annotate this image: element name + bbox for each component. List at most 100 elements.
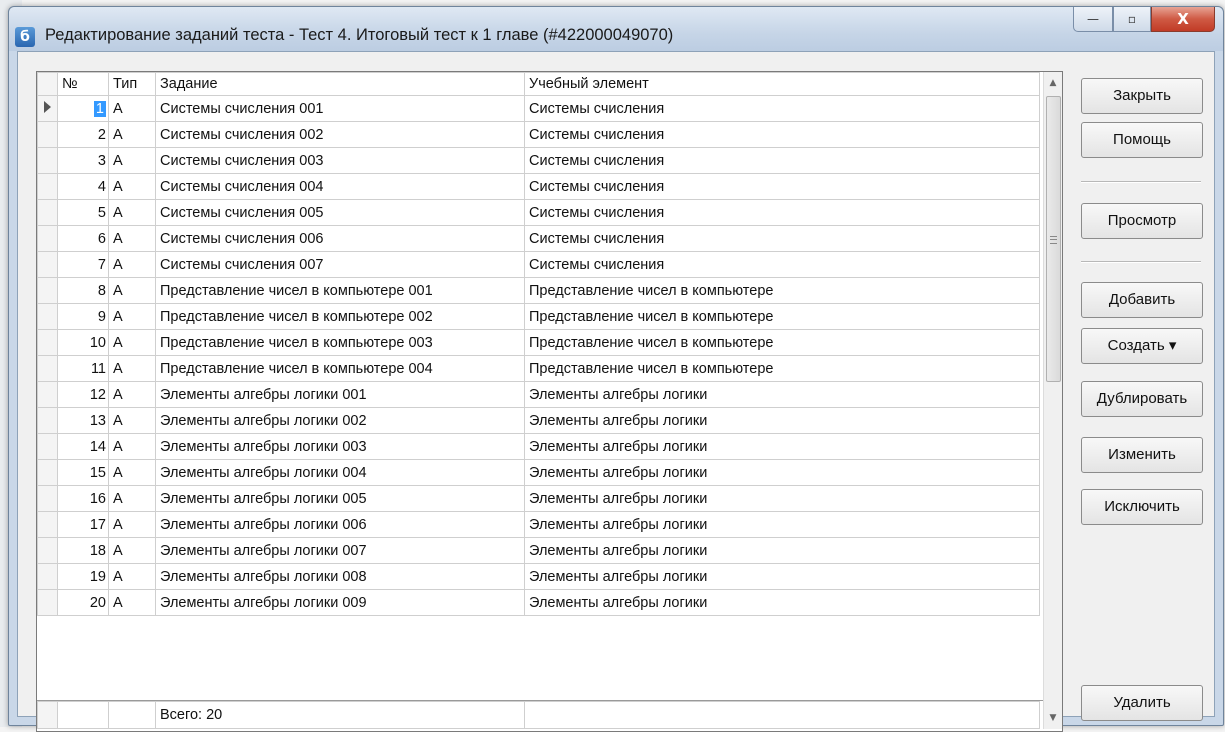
table-row[interactable]: 18 А Элементы алгебры логики 007 Элементы а… (37, 537, 1040, 564)
close-button[interactable]: Закрыть (1081, 78, 1203, 114)
exclude-button[interactable]: Исключить (1081, 489, 1203, 525)
cell-element[interactable]: Представление чисел в компьютере (524, 277, 1040, 304)
delete-button[interactable]: Удалить (1081, 685, 1203, 721)
row-indicator[interactable] (37, 199, 58, 226)
cell-type[interactable]: А (108, 329, 156, 356)
cell-type[interactable]: А (108, 95, 156, 122)
cell-num[interactable]: 17 (57, 511, 109, 538)
cell-type[interactable]: А (108, 511, 156, 538)
cell-num[interactable]: 14 (57, 433, 109, 460)
cell-task[interactable]: Элементы алгебры логики 002 (155, 407, 525, 434)
cell-num[interactable]: 15 (57, 459, 109, 486)
cell-task[interactable]: Системы счисления 004 (155, 173, 525, 200)
cell-task[interactable]: Системы счисления 006 (155, 225, 525, 252)
row-indicator[interactable] (37, 225, 58, 252)
cell-type[interactable]: А (108, 147, 156, 174)
row-indicator[interactable] (37, 485, 58, 512)
cell-element[interactable]: Элементы алгебры логики (524, 511, 1040, 538)
row-indicator[interactable] (37, 95, 58, 122)
cell-task[interactable]: Элементы алгебры логики 003 (155, 433, 525, 460)
minimize-button[interactable]: — (1073, 7, 1113, 32)
cell-element[interactable]: Представление чисел в компьютере (524, 355, 1040, 382)
row-indicator[interactable] (37, 173, 58, 200)
cell-task[interactable]: Системы счисления 007 (155, 251, 525, 278)
cell-type[interactable]: А (108, 173, 156, 200)
table-row[interactable]: 1 А Системы счисления 001 Системы счисления (37, 95, 1040, 122)
table-row[interactable]: 3 А Системы счисления 003 Системы счисления (37, 147, 1040, 174)
cell-type[interactable]: А (108, 563, 156, 590)
table-row[interactable]: 9 А Представление чисел в компьютере 002 Пр… (37, 303, 1040, 330)
cell-element[interactable]: Элементы алгебры логики (524, 407, 1040, 434)
cell-element[interactable]: Элементы алгебры логики (524, 589, 1040, 616)
cell-element[interactable]: Элементы алгебры логики (524, 563, 1040, 590)
column-header-element[interactable]: Учебный элемент (524, 72, 1040, 96)
cell-task[interactable]: Элементы алгебры логики 008 (155, 563, 525, 590)
cell-element[interactable]: Системы счисления (524, 147, 1040, 174)
cell-type[interactable]: А (108, 459, 156, 486)
cell-element[interactable]: Системы счисления (524, 251, 1040, 278)
cell-num[interactable]: 8 (57, 277, 109, 304)
cell-num[interactable]: 16 (57, 485, 109, 512)
cell-element[interactable]: Системы счисления (524, 173, 1040, 200)
tasks-grid[interactable]: № Тип Задание Учебный элемент 1 А Системы … (36, 71, 1063, 732)
cell-num[interactable]: 6 (57, 225, 109, 252)
cell-task[interactable]: Элементы алгебры логики 009 (155, 589, 525, 616)
cell-num[interactable]: 13 (57, 407, 109, 434)
scroll-up-button[interactable]: ▲ (1044, 74, 1062, 92)
duplicate-button[interactable]: Дублировать (1081, 381, 1203, 417)
row-indicator[interactable] (37, 407, 58, 434)
table-row[interactable]: 13 А Элементы алгебры логики 002 Элементы а… (37, 407, 1040, 434)
cell-element[interactable]: Системы счисления (524, 95, 1040, 122)
cell-num[interactable]: 3 (57, 147, 109, 174)
row-indicator[interactable] (37, 433, 58, 460)
cell-element[interactable]: Системы счисления (524, 199, 1040, 226)
add-button[interactable]: Добавить (1081, 282, 1203, 318)
cell-num[interactable]: 20 (57, 589, 109, 616)
row-indicator[interactable] (37, 459, 58, 486)
cell-type[interactable]: А (108, 355, 156, 382)
cell-num[interactable]: 11 (57, 355, 109, 382)
cell-task[interactable]: Представление чисел в компьютере 004 (155, 355, 525, 382)
cell-type[interactable]: А (108, 199, 156, 226)
cell-element[interactable]: Элементы алгебры логики (524, 485, 1040, 512)
cell-type[interactable]: А (108, 381, 156, 408)
preview-button[interactable]: Просмотр (1081, 203, 1203, 239)
help-button[interactable]: Помощь (1081, 122, 1203, 158)
row-indicator[interactable] (37, 589, 58, 616)
cell-type[interactable]: А (108, 225, 156, 252)
table-row[interactable]: 2 А Системы счисления 002 Системы счисления (37, 121, 1040, 148)
cell-task[interactable]: Элементы алгебры логики 006 (155, 511, 525, 538)
cell-type[interactable]: А (108, 303, 156, 330)
table-row[interactable]: 15 А Элементы алгебры логики 004 Элементы а… (37, 459, 1040, 486)
row-indicator[interactable] (37, 381, 58, 408)
cell-num[interactable]: 18 (57, 537, 109, 564)
cell-num[interactable]: 2 (57, 121, 109, 148)
table-row[interactable]: 16 А Элементы алгебры логики 005 Элементы а… (37, 485, 1040, 512)
cell-task[interactable]: Элементы алгебры логики 004 (155, 459, 525, 486)
cell-num[interactable]: 1 (57, 95, 109, 122)
column-header-task[interactable]: Задание (155, 72, 525, 96)
maximize-button[interactable]: ▫ (1113, 7, 1151, 32)
cell-num[interactable]: 12 (57, 381, 109, 408)
row-indicator[interactable] (37, 147, 58, 174)
cell-type[interactable]: А (108, 251, 156, 278)
cell-task[interactable]: Представление чисел в компьютере 001 (155, 277, 525, 304)
row-indicator[interactable] (37, 121, 58, 148)
row-indicator[interactable] (37, 537, 58, 564)
cell-num[interactable]: 9 (57, 303, 109, 330)
cell-num[interactable]: 7 (57, 251, 109, 278)
table-row[interactable]: 17 А Элементы алгебры логики 006 Элементы а… (37, 511, 1040, 538)
cell-task[interactable]: Элементы алгебры логики 007 (155, 537, 525, 564)
cell-element[interactable]: Элементы алгебры логики (524, 433, 1040, 460)
cell-type[interactable]: А (108, 121, 156, 148)
cell-element[interactable]: Элементы алгебры логики (524, 459, 1040, 486)
table-row[interactable]: 6 А Системы счисления 006 Системы счисления (37, 225, 1040, 252)
column-header-num[interactable]: № (57, 72, 109, 96)
cell-num[interactable]: 10 (57, 329, 109, 356)
table-row[interactable]: 10 А Представление чисел в компьютере 003 П… (37, 329, 1040, 356)
cell-num[interactable]: 4 (57, 173, 109, 200)
title-bar[interactable]: б Редактирование заданий теста - Тест 4.… (9, 7, 1223, 51)
cell-task[interactable]: Системы счисления 002 (155, 121, 525, 148)
cell-element[interactable]: Системы счисления (524, 225, 1040, 252)
row-indicator[interactable] (37, 251, 58, 278)
